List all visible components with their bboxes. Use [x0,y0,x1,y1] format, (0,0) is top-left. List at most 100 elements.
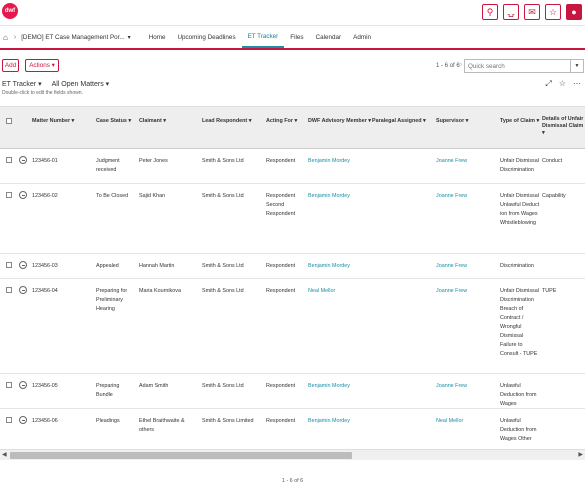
scroll-left-icon[interactable]: ◀ [2,451,7,458]
case-status: Preparing Bundle [96,383,120,398]
search-icon[interactable]: ⚲ [482,4,498,20]
remove-circle-icon[interactable] [19,381,27,389]
chevron-down-icon[interactable]: ▼ [570,60,583,72]
table-row[interactable]: 123456-04 Preparing for Preliminary Hear… [0,279,585,374]
advisory-member-link[interactable]: Benjamin Mordey [308,157,350,166]
more-options-icon[interactable]: ⋯ [573,79,581,89]
matter-number: 123456-02 [32,193,58,199]
supervisor-link[interactable]: Joanne Frew [436,382,467,391]
column-header[interactable]: Paralegal Assigned ▾ [372,118,426,125]
table-row[interactable]: 123456-02 To Be Closed Sajid Khan Smith … [0,184,585,254]
tracker-dropdown[interactable]: ET Tracker ▾ [2,80,42,88]
advisory-member-link[interactable]: Neal Mellor [308,287,335,296]
type-of-claim: Unfair Dismissal Discrimination Breach o… [500,288,539,357]
lead-respondent: Smith & Sons Ltd [202,383,244,389]
advisory-member-link[interactable]: Benjamin Mordey [308,417,350,426]
row-checkbox[interactable] [6,382,12,388]
bell-icon[interactable]: ⍽ [503,4,519,20]
home-icon[interactable]: ⌂ [3,33,8,42]
row-checkbox[interactable] [6,262,12,268]
footer-count: 1 - 6 of 6 [281,478,304,484]
star-icon[interactable]: ☆ [545,4,561,20]
acting-for: Respondent [266,263,296,269]
pager-arrows-icon[interactable]: ‹› [458,62,462,68]
advisory-member-link[interactable]: Benjamin Mordey [308,262,350,271]
supervisor-link[interactable]: Joanne Frew [436,262,467,271]
case-status: Preparing for Preliminary Hearing [96,288,128,312]
column-header[interactable]: Claimant ▾ [139,118,166,125]
remove-circle-icon[interactable] [19,286,27,294]
column-header[interactable]: DWF Advisory Member ▾ [308,118,371,125]
table-row[interactable]: 123456-01 Judgment received Peter Jones … [0,149,585,184]
add-button[interactable]: Add [2,59,19,72]
quick-search-input[interactable] [465,60,569,72]
type-of-claim: Unfair Dismissal Discrimination [500,158,539,173]
table-row[interactable]: 123456-06 Pleadings Ethel Braithwaite & … [0,409,585,448]
claimant: Ethel Braithwaite & others [139,418,185,433]
row-checkbox[interactable] [6,417,12,423]
case-status: Appealed [96,263,119,269]
row-checkbox[interactable] [6,287,12,293]
chevron-down-icon[interactable]: ▾ [128,34,131,41]
dismissal-details: TUPE [542,288,557,294]
filter-dropdown[interactable]: All Open Matters ▾ [52,80,110,88]
mail-icon[interactable]: ✉ [524,4,540,20]
tab-upcoming-deadlines[interactable]: Upcoming Deadlines [171,26,241,48]
advisory-member-link[interactable]: Benjamin Mordey [308,192,350,201]
tab-et-tracker[interactable]: ET Tracker [241,26,285,48]
table-row[interactable]: 123456-05 Preparing Bundle Adam Smith Sm… [0,374,585,409]
case-status: Pleadings [96,418,120,424]
acting-for: Respondent [266,383,296,389]
star-outline-icon[interactable]: ☆ [559,79,566,89]
dwf-logo[interactable]: dwf [2,3,18,19]
supervisor-link[interactable]: Joanne Frew [436,192,467,201]
view-icons: ⤢ ☆ ⋯ [545,79,581,89]
nav-bar: ⌂ › [DEMO] ET Case Management Por... ▾ H… [0,25,585,50]
column-header[interactable]: Supervisor ▾ [436,118,468,125]
matter-number: 123456-05 [32,383,58,389]
actions-label: Actions [29,62,50,69]
column-header[interactable]: Matter Number ▾ [32,118,74,125]
lead-respondent: Smith & Sons Limited [202,418,254,424]
supervisor-link[interactable]: Neal Mellor [436,417,463,426]
row-checkbox[interactable] [6,192,12,198]
type-of-claim: Unlawful Deduction from Wages Other [500,418,537,442]
scroll-right-icon[interactable]: ▶ [578,451,583,458]
horizontal-scrollbar[interactable]: ◀ ▶ [0,449,585,460]
view-selector: ET Tracker ▾ All Open Matters ▾ [2,80,109,88]
remove-circle-icon[interactable] [19,191,27,199]
actions-button[interactable]: Actions ▾ [25,59,59,72]
case-status: Judgment received [96,158,120,173]
supervisor-link[interactable]: Joanne Frew [436,287,467,296]
matter-number: 123456-03 [32,263,58,269]
tab-files[interactable]: Files [284,26,309,48]
tab-admin[interactable]: Admin [347,26,377,48]
advisory-member-link[interactable]: Benjamin Mordey [308,382,350,391]
user-icon[interactable]: ● [566,4,582,20]
breadcrumb[interactable]: [DEMO] ET Case Management Por... [21,34,124,41]
expand-icon[interactable]: ⤢ [545,79,551,89]
type-of-claim: Unfair Dismissal Unlawful Deduction from… [500,193,540,226]
nav-tabs: Home Upcoming Deadlines ET Tracker Files… [143,26,377,48]
scrollbar-thumb[interactable] [10,452,352,459]
column-header[interactable]: Acting For ▾ [266,118,297,125]
chevron-down-icon: ▾ [105,81,110,88]
remove-circle-icon[interactable] [19,156,27,164]
remove-circle-icon[interactable] [19,261,27,269]
column-header[interactable]: Type of Claim ▾ [500,118,539,125]
column-header[interactable]: Case Status ▾ [96,118,131,125]
row-checkbox[interactable] [6,157,12,163]
lead-respondent: Smith & Sons Ltd [202,263,244,269]
tab-calendar[interactable]: Calendar [310,26,348,48]
table-row[interactable]: 123456-03 Appealed Hannah Martin Smith &… [0,254,585,279]
tab-home[interactable]: Home [143,26,172,48]
toolbar: Add Actions ▾ 1 - 6 of 6 ‹› ▼ [0,59,585,75]
column-header[interactable]: Details of Unfair Dismissal Claim ▾ [542,116,584,137]
supervisor-link[interactable]: Joanne Frew [436,157,467,166]
select-all-checkbox[interactable] [6,118,12,124]
matter-number: 123456-06 [32,418,58,424]
column-header[interactable]: Lead Respondent ▾ [202,118,251,125]
remove-circle-icon[interactable] [19,416,27,424]
tracker-grid: Matter Number ▾ Case Status ▾ Claimant ▾… [0,106,585,448]
claimant: Hannah Martin [139,263,175,269]
